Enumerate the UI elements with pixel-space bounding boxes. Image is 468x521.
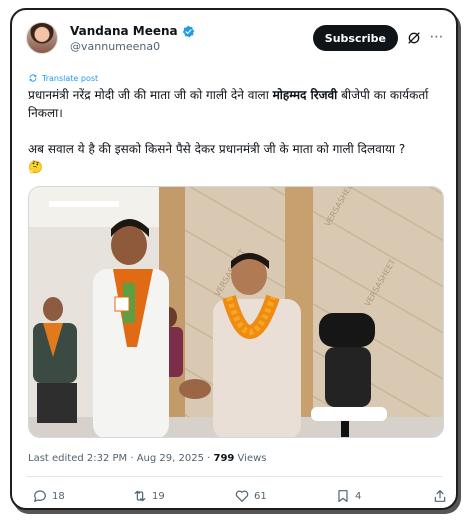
tweet-paragraph-1: प्रधानमंत्री नरेंद्र मोदी जी की माता जी … bbox=[28, 86, 438, 122]
views-count: 799 bbox=[213, 453, 235, 464]
reply-icon bbox=[34, 490, 46, 502]
more-options-icon[interactable]: ⋯ bbox=[428, 28, 446, 46]
divider bbox=[26, 476, 442, 477]
translate-post-link[interactable]: Translate post bbox=[28, 73, 98, 83]
translate-icon bbox=[29, 74, 37, 82]
share-icon bbox=[434, 490, 446, 502]
subscribe-button[interactable]: Subscribe bbox=[312, 25, 398, 51]
like-button[interactable]: 61 bbox=[234, 488, 267, 504]
tweet-header: Vandana Meena @vannumeena0 Subscribe ⋯ bbox=[26, 22, 446, 58]
author-handle[interactable]: @vannumeena0 bbox=[70, 40, 160, 53]
tweet-meta: Last edited 2:32 PM · Aug 29, 2025 · 799… bbox=[28, 453, 267, 464]
bookmark-button[interactable]: 4 bbox=[335, 488, 361, 504]
heart-icon bbox=[235, 490, 249, 502]
bookmark-count: 4 bbox=[355, 490, 362, 502]
repost-count: 19 bbox=[152, 490, 165, 502]
verified-badge-icon bbox=[182, 25, 195, 37]
grok-icon[interactable] bbox=[406, 30, 422, 46]
thinking-emoji: 🤔 bbox=[28, 160, 43, 174]
views-label: Views bbox=[234, 453, 267, 464]
repost-button[interactable]: 19 bbox=[132, 488, 165, 504]
action-bar: 18 19 61 4 bbox=[32, 488, 452, 508]
share-button[interactable] bbox=[432, 488, 448, 504]
tweet-card: Vandana Meena @vannumeena0 Subscribe ⋯ T… bbox=[10, 8, 458, 510]
reply-button[interactable]: 18 bbox=[32, 488, 65, 504]
tweet-question: अब सवाल ये है की इसको किसने पैसे देकर प्… bbox=[28, 142, 406, 156]
tweet-text: प्रधानमंत्री नरेंद्र मोदी जी की माता जी … bbox=[28, 86, 438, 194]
author-display-name[interactable]: Vandana Meena bbox=[70, 24, 178, 38]
translate-label: Translate post bbox=[42, 73, 99, 83]
bookmark-icon bbox=[338, 490, 348, 502]
repost-icon bbox=[134, 490, 146, 502]
tweet-photo[interactable]: VERSASHEET VERSASHEET VERSASHEET bbox=[28, 186, 444, 438]
edited-timestamp[interactable]: Last edited 2:32 PM · Aug 29, 2025 · bbox=[28, 453, 214, 464]
avatar[interactable] bbox=[26, 22, 58, 54]
author-name-row[interactable]: Vandana Meena bbox=[70, 24, 195, 38]
photo-scene: VERSASHEET VERSASHEET VERSASHEET bbox=[29, 187, 443, 437]
reply-count: 18 bbox=[52, 490, 65, 502]
like-count: 61 bbox=[254, 490, 267, 502]
tweet-paragraph-2: अब सवाल ये है की इसको किसने पैसे देकर प्… bbox=[28, 140, 438, 176]
tweet-bold-name: मोहम्मद रिजवी bbox=[272, 88, 338, 102]
tweet-text-part: प्रधानमंत्री नरेंद्र मोदी जी की माता जी … bbox=[28, 88, 273, 102]
